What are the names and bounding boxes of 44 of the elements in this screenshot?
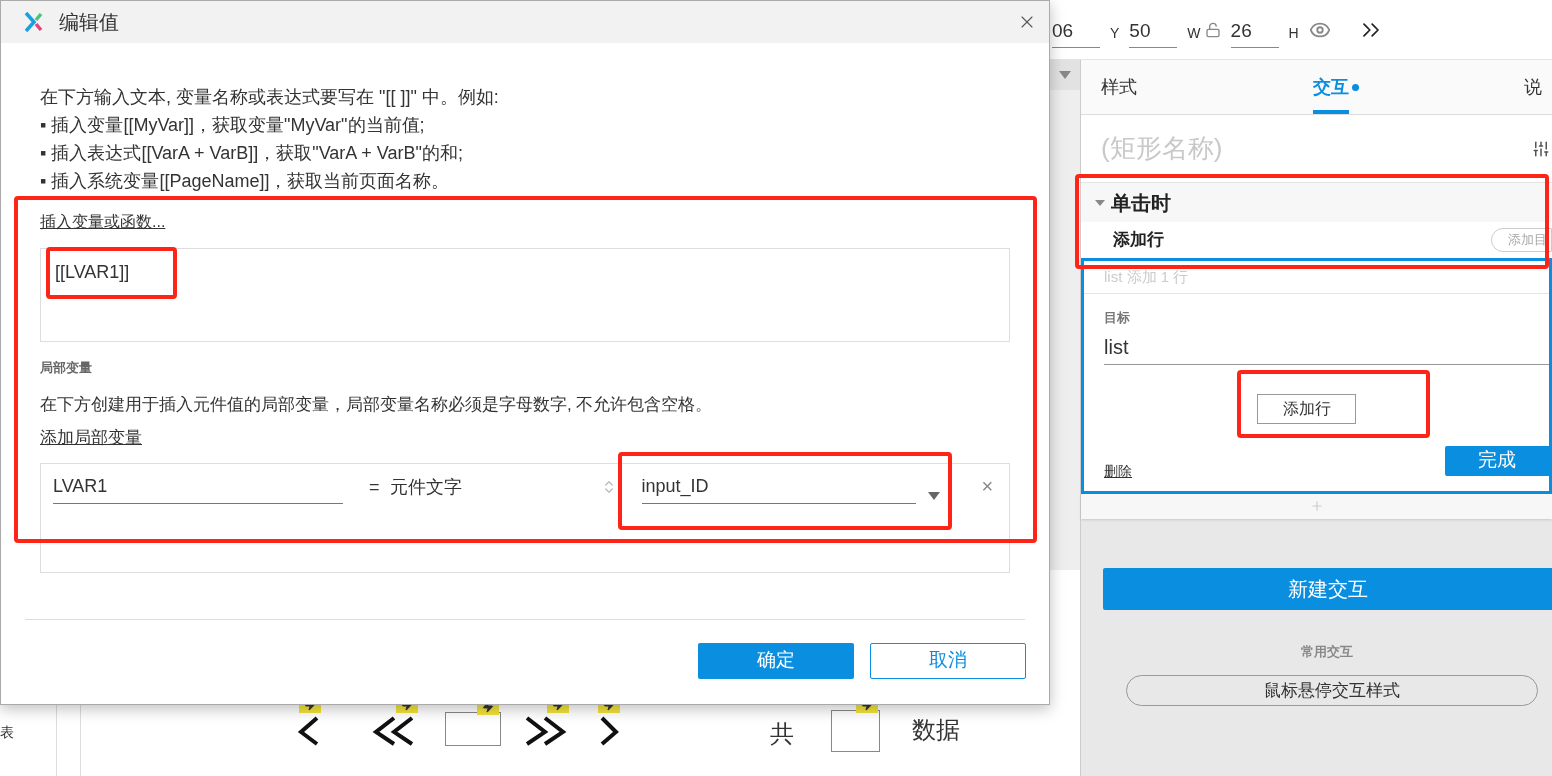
target-label: 目标 bbox=[1104, 309, 1131, 327]
page-box bbox=[445, 712, 501, 746]
target-field[interactable]: list bbox=[1104, 331, 1549, 365]
confirm-button[interactable]: 确定 bbox=[698, 642, 854, 679]
target-select[interactable]: input_ID bbox=[641, 472, 916, 504]
remove-button[interactable]: × bbox=[981, 470, 994, 504]
field-label: W bbox=[1187, 24, 1201, 43]
section-heading: 常用交互 bbox=[1300, 642, 1353, 661]
app-logo-icon bbox=[23, 11, 45, 33]
instruction-text: ▪ 插入表达式[[VarA + VarB]]，获取"VarA + VarB"的和; bbox=[40, 142, 464, 165]
sliders-icon[interactable] bbox=[1532, 139, 1550, 158]
dialog-title: 编辑值 bbox=[59, 10, 119, 35]
type-select[interactable]: 元件文字 bbox=[389, 473, 617, 504]
panel-tab[interactable]: 说 bbox=[1524, 60, 1542, 114]
new-interaction-button[interactable]: 新建交互 bbox=[1103, 567, 1552, 610]
section-heading: 局部变量 bbox=[40, 359, 93, 377]
dropdown-triangle-icon[interactable] bbox=[927, 491, 940, 500]
field-label: H bbox=[1288, 24, 1299, 43]
canvas-label: 数据 bbox=[912, 715, 960, 745]
lock-icon[interactable] bbox=[1204, 21, 1221, 38]
cancel-button[interactable]: 取消 bbox=[870, 642, 1026, 679]
description-text: 在下方创建用于插入元件值的局部变量，局部变量名称必须是字母数字, 不允许包含空格。 bbox=[40, 393, 714, 416]
equals-sign: = bbox=[369, 475, 380, 499]
instruction-text: ▪ 插入变量[[MyVar]]，获取变量"MyVar"的当前值; bbox=[40, 114, 426, 137]
coordinate-field[interactable]: 06 bbox=[1052, 10, 1100, 49]
delete-link[interactable]: 删除 bbox=[1104, 460, 1132, 482]
add-local-variable-link[interactable]: 添加局部变量 bbox=[40, 425, 142, 451]
variable-name-field[interactable]: LVAR1 bbox=[53, 472, 343, 504]
panel-tab[interactable]: 样式 bbox=[1101, 60, 1313, 114]
add-row-button[interactable]: 添加行 bbox=[1257, 393, 1356, 424]
coordinate-field[interactable]: 50 bbox=[1129, 10, 1178, 49]
page-box bbox=[831, 710, 880, 752]
done-button[interactable]: 完成 bbox=[1445, 445, 1549, 476]
sidebar-label: 表 bbox=[0, 723, 14, 742]
event-header[interactable]: 单击时 bbox=[1081, 182, 1552, 222]
action-title: 添加行 bbox=[1113, 229, 1164, 252]
value-textarea[interactable]: [[LVAR1]] bbox=[40, 248, 1010, 342]
field-label: Y bbox=[1110, 24, 1120, 43]
instruction-text: 在下方输入文本, 变量名称或表达式要写在 "[[ ]]" 中。例如: bbox=[40, 86, 500, 109]
coordinate-field[interactable]: 26 bbox=[1230, 10, 1279, 49]
canvas-label: 共 bbox=[770, 719, 794, 749]
insert-variable-link[interactable]: 插入变量或函数... bbox=[40, 210, 166, 234]
dropdown-triangle-icon[interactable] bbox=[1059, 71, 1071, 79]
instruction-text: ▪ 插入系统变量[[PageName]]，获取当前页面名称。 bbox=[40, 170, 451, 193]
